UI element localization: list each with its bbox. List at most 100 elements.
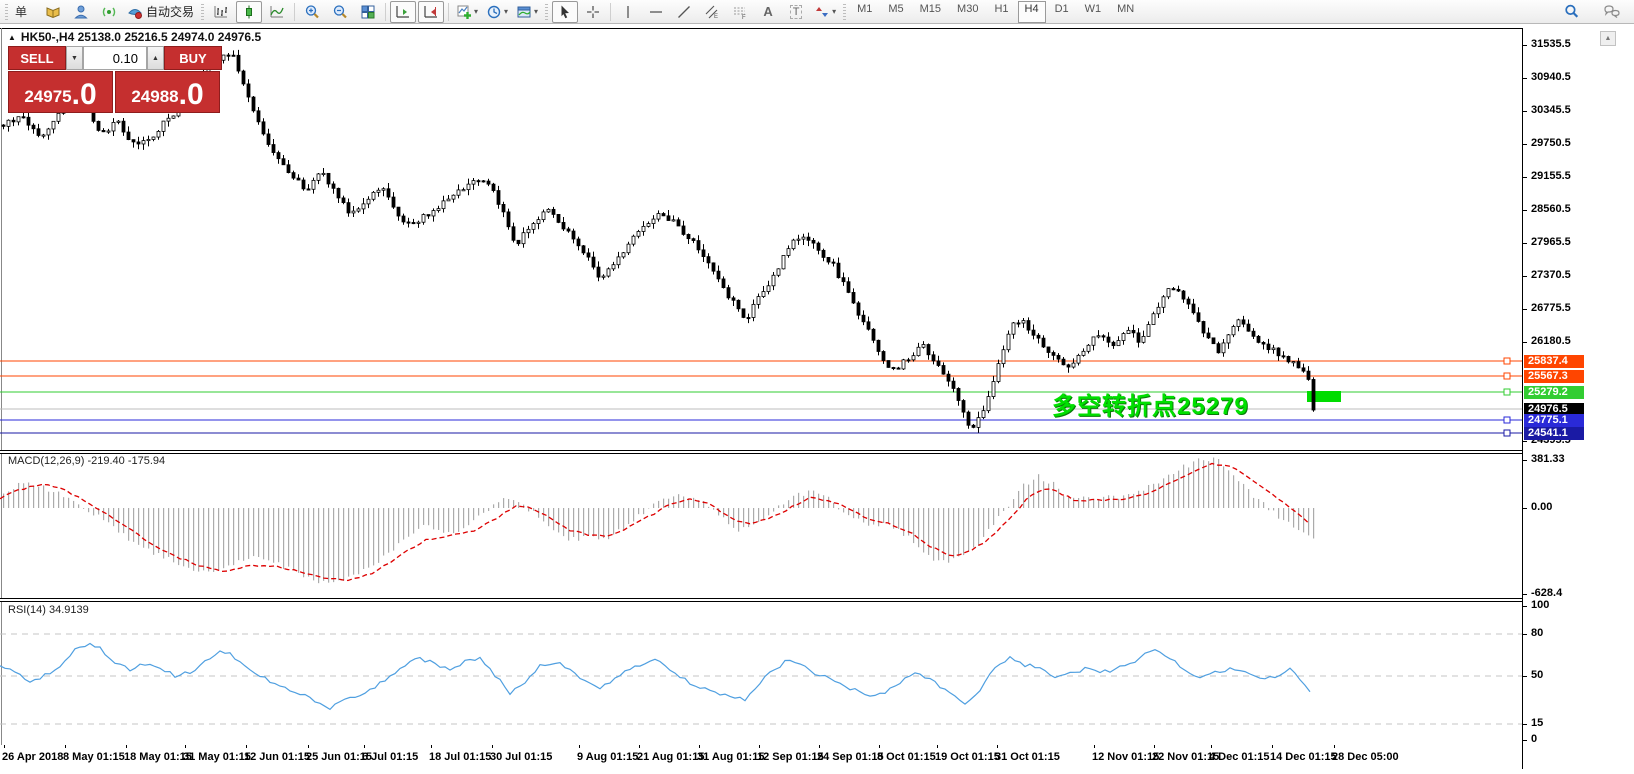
trendline-button[interactable] <box>671 1 697 23</box>
timeframe-M15[interactable]: M15 <box>913 1 948 23</box>
hline-price-label[interactable]: 25567.3 <box>1524 370 1584 383</box>
date-tick-mark <box>364 745 365 748</box>
buy-button[interactable]: BUY <box>164 46 222 70</box>
horizontal-line-icon <box>648 4 664 20</box>
timeframe-H4[interactable]: H4 <box>1018 1 1046 23</box>
chart-shift-button[interactable] <box>418 1 444 23</box>
price-tick-label: 30940.5 <box>1531 71 1571 83</box>
date-axis[interactable]: 26 Apr 20188 May 01:1518 May 01:1531 May… <box>0 745 1522 770</box>
price-axis[interactable]: ▲ 31535.530940.530345.529750.529155.5285… <box>1522 28 1634 769</box>
chat-button[interactable] <box>1599 1 1625 23</box>
timeframe-M30[interactable]: M30 <box>950 1 985 23</box>
equidistant-channel-icon: E <box>704 4 720 20</box>
horizontal-line-button[interactable] <box>643 1 669 23</box>
axis-tick-mark <box>1523 634 1527 635</box>
toolbar-grip[interactable] <box>545 4 548 20</box>
timeframe-D1[interactable]: D1 <box>1048 1 1076 23</box>
volume-increase-button[interactable]: ▲ <box>147 46 164 70</box>
axis-tick-mark <box>1523 276 1527 277</box>
market-watch-button[interactable] <box>40 1 66 23</box>
date-tick-mark <box>492 745 493 748</box>
cursor-button[interactable] <box>552 1 578 23</box>
zoom-out-button[interactable] <box>327 1 353 23</box>
date-tick-mark <box>997 745 998 748</box>
bar-chart-button[interactable] <box>208 1 234 23</box>
horizontal-level-lines[interactable] <box>0 358 1522 436</box>
signal-button[interactable] <box>96 1 122 23</box>
toolbar-separator <box>610 3 611 21</box>
price-tick-label: 28560.5 <box>1531 203 1571 215</box>
toolbar-grip[interactable] <box>5 4 8 20</box>
periods-button[interactable]: ▾ <box>483 1 511 23</box>
hline-price-label[interactable]: 24541.1 <box>1524 427 1584 440</box>
channel-button[interactable]: E <box>699 1 725 23</box>
chart-canvas[interactable] <box>0 24 1522 770</box>
rsi-series <box>0 634 1522 724</box>
buy-price-big: .0 <box>179 80 204 110</box>
search-button[interactable] <box>1558 1 1584 23</box>
crosshair-button[interactable] <box>580 1 606 23</box>
text-label-button[interactable]: T <box>783 1 809 23</box>
macd-series <box>0 458 1314 584</box>
axis-tick-mark <box>1523 676 1527 677</box>
timeframe-W1[interactable]: W1 <box>1078 1 1109 23</box>
pane-separator-macd[interactable] <box>0 450 1522 454</box>
arrows-button[interactable]: ▾ <box>811 1 839 23</box>
hline-price-label[interactable]: 25837.4 <box>1524 355 1584 368</box>
timeframe-M5[interactable]: M5 <box>881 1 910 23</box>
dropdown-arrow-icon: ▾ <box>534 7 538 16</box>
date-label: 8 Oct 01:15 <box>877 751 936 763</box>
chart-window: ▲ HK50-,H4 25138.0 25216.5 24974.0 24976… <box>0 24 1634 774</box>
date-tick-mark <box>759 745 760 748</box>
date-tick-mark <box>639 745 640 748</box>
sell-price-display[interactable]: 24975.0 <box>8 71 113 113</box>
axis-scroll-button[interactable]: ▲ <box>1600 31 1616 46</box>
volume-decrease-button[interactable]: ▼ <box>66 46 83 70</box>
axis-tick-mark <box>1523 144 1527 145</box>
text-label-icon: T <box>790 5 803 19</box>
fibonacci-button[interactable]: F <box>727 1 753 23</box>
hline-price-label[interactable]: 25279.2 <box>1524 386 1584 399</box>
auto-scroll-button[interactable] <box>390 1 416 23</box>
timeframe-MN[interactable]: MN <box>1110 1 1141 23</box>
hline-price-label[interactable]: 24775.1 <box>1524 414 1584 427</box>
date-tick-mark <box>819 745 820 748</box>
volume-input[interactable]: 0.10 <box>83 46 147 70</box>
collapse-triangle-icon[interactable]: ▲ <box>8 33 16 42</box>
date-tick-mark <box>1211 745 1212 748</box>
toolbar-grip[interactable] <box>843 4 846 20</box>
indicators-button[interactable]: ▾ <box>453 1 481 23</box>
vertical-line-icon <box>620 4 636 20</box>
axis-tick-mark <box>1523 460 1527 461</box>
auto-scroll-icon <box>395 4 411 20</box>
tile-windows-button[interactable] <box>355 1 381 23</box>
timeframe-M1[interactable]: M1 <box>850 1 879 23</box>
axis-tick-mark <box>1523 309 1527 310</box>
pivot-annotation[interactable]: 多空转折点25279 <box>1052 386 1249 421</box>
tile-windows-icon <box>360 4 376 20</box>
buy-price-display[interactable]: 24988.0 <box>115 71 220 113</box>
templates-icon <box>516 4 532 20</box>
toolbar-grip[interactable] <box>201 4 204 20</box>
auto-trading-button[interactable]: 自动交易 <box>124 1 197 23</box>
zoom-in-button[interactable] <box>299 1 325 23</box>
date-tick-mark <box>126 745 127 748</box>
price-tick-label: 27370.5 <box>1531 269 1571 281</box>
signal-icon <box>101 4 117 20</box>
sell-price-big: .0 <box>72 80 97 110</box>
line-chart-button[interactable] <box>264 1 290 23</box>
arrows-icon <box>814 4 830 20</box>
timeframe-H1[interactable]: H1 <box>987 1 1015 23</box>
text-button[interactable]: A <box>755 1 781 23</box>
navigator-icon <box>73 4 89 20</box>
candlestick-chart-button[interactable] <box>236 1 262 23</box>
new-order-button[interactable]: 单 <box>12 1 38 23</box>
pane-separator-rsi[interactable] <box>0 598 1522 602</box>
templates-button[interactable]: ▾ <box>513 1 541 23</box>
vertical-line-button[interactable] <box>615 1 641 23</box>
chat-icon <box>1603 4 1622 20</box>
axis-tick-mark <box>1523 177 1527 178</box>
sell-button[interactable]: SELL <box>8 46 66 70</box>
navigator-button[interactable] <box>68 1 94 23</box>
date-tick-mark <box>308 745 309 748</box>
